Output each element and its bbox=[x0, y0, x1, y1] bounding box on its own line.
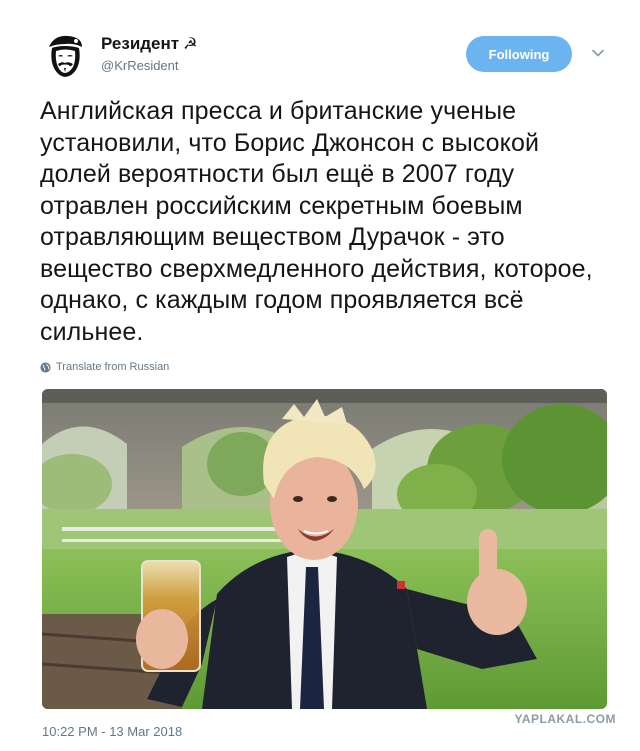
tweet-photo[interactable] bbox=[42, 389, 607, 709]
chevron-down-icon bbox=[592, 49, 604, 57]
following-button[interactable]: Following bbox=[466, 36, 572, 72]
tweet-menu-caret[interactable] bbox=[589, 44, 607, 62]
display-name-text: Резидент bbox=[101, 34, 180, 53]
user-handle[interactable]: @KrResident bbox=[101, 57, 197, 75]
translate-label: Translate from Russian bbox=[56, 361, 170, 373]
hammer-sickle-symbol: ☭ bbox=[183, 36, 198, 53]
tweet-card: Резидент ☭ @KrResident Following Английск… bbox=[0, 0, 640, 751]
globe-icon bbox=[40, 361, 51, 373]
tweet-timestamp[interactable]: 10:22 PM - 13 Mar 2018 bbox=[42, 724, 182, 739]
mask-avatar-icon bbox=[40, 30, 90, 80]
site-watermark: YAPLAKAL.COM bbox=[514, 712, 616, 726]
translate-link[interactable]: Translate from Russian bbox=[40, 361, 169, 373]
display-name[interactable]: Резидент ☭ bbox=[101, 34, 197, 55]
avatar[interactable] bbox=[40, 30, 90, 80]
user-info: Резидент ☭ @KrResident bbox=[101, 34, 197, 75]
photo-image bbox=[42, 389, 607, 709]
tweet-text: Английская пресса и британские ученые ус… bbox=[40, 97, 593, 346]
